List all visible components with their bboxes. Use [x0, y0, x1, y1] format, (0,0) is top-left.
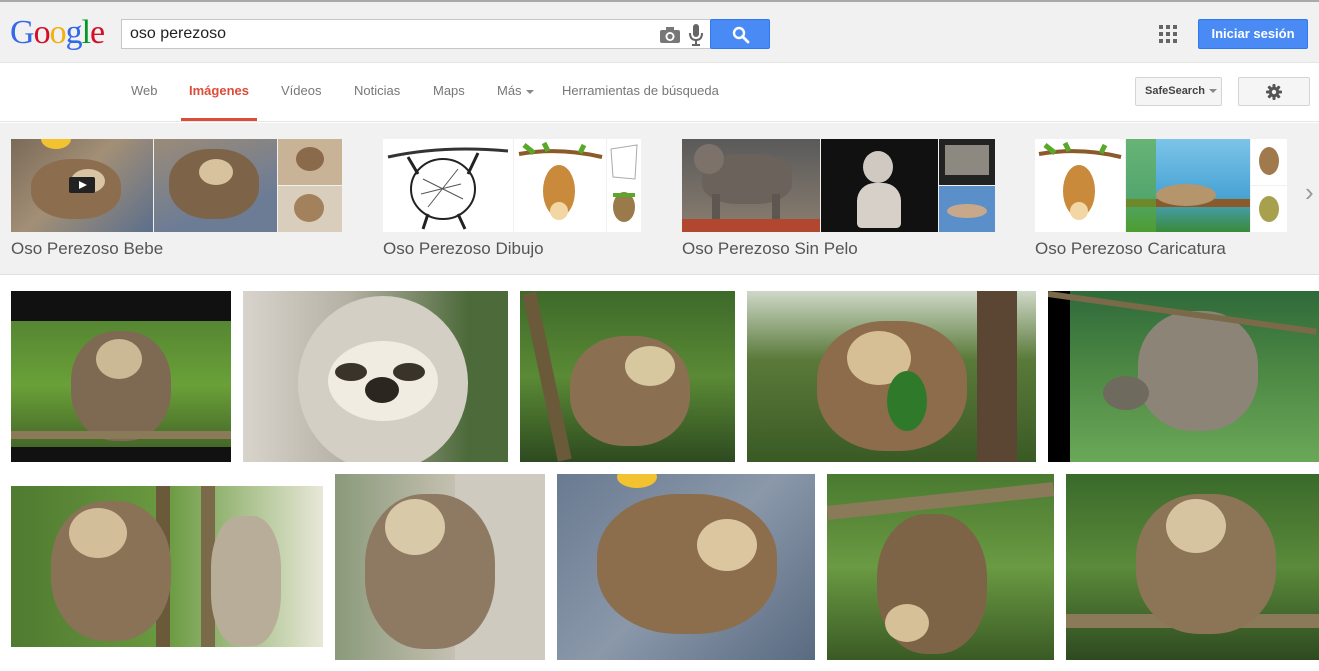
image-result[interactable]: [11, 486, 323, 647]
gear-icon: [1266, 84, 1282, 100]
logo-letter: g: [65, 14, 83, 51]
related-search-label: Oso Perezoso Bebe: [11, 239, 164, 258]
image-result[interactable]: [1066, 474, 1319, 660]
logo-letter: e: [90, 14, 105, 51]
related-thumbnail: [939, 139, 995, 185]
related-thumbnail: [1126, 139, 1250, 232]
related-thumbnail: [514, 139, 606, 232]
related-thumbnail: [11, 139, 153, 232]
related-thumbnail: [939, 186, 995, 232]
tab-more[interactable]: Más: [497, 83, 534, 98]
search-button[interactable]: [710, 19, 770, 49]
logo-letter: o: [33, 14, 51, 51]
tab-images[interactable]: Imágenes: [189, 83, 249, 98]
active-tab-indicator: [181, 118, 257, 121]
related-searches: Oso Perezoso Bebe Oso Perezoso Dibujo Os…: [0, 123, 1319, 275]
tab-videos[interactable]: Vídeos: [281, 83, 321, 98]
tab-search-tools[interactable]: Herramientas de búsqueda: [562, 83, 719, 98]
tab-news[interactable]: Noticias: [354, 83, 400, 98]
image-result[interactable]: [557, 474, 815, 660]
tab-web[interactable]: Web: [131, 83, 158, 98]
signin-button[interactable]: Iniciar sesión: [1198, 19, 1308, 49]
logo-letter: o: [49, 14, 67, 51]
microphone-icon[interactable]: [688, 23, 704, 47]
logo-letter: G: [10, 14, 35, 51]
image-result[interactable]: [827, 474, 1054, 660]
related-thumbnail: [1251, 186, 1287, 232]
image-result[interactable]: [335, 474, 545, 660]
magnifier-icon: [732, 26, 750, 44]
search-box: [121, 19, 711, 49]
google-logo[interactable]: Google: [10, 14, 105, 52]
safesearch-label: SafeSearch: [1145, 85, 1205, 97]
image-result[interactable]: [243, 291, 508, 462]
search-tabs-bar: Web Imágenes Vídeos Noticias Maps Más He…: [0, 62, 1319, 122]
related-search-label: Oso Perezoso Caricatura: [1035, 239, 1226, 258]
related-thumbnail: [278, 186, 342, 232]
search-input[interactable]: [130, 24, 650, 44]
chevron-down-icon: [525, 89, 534, 94]
chevron-down-icon: [1208, 89, 1217, 94]
tab-maps[interactable]: Maps: [433, 83, 465, 98]
chevron-right-icon[interactable]: ›: [1305, 177, 1314, 208]
image-result[interactable]: [1048, 291, 1319, 462]
related-thumbnail: [607, 139, 641, 232]
top-bar: Google Iniciar sesión: [0, 0, 1319, 62]
tab-more-label: Más: [497, 83, 522, 98]
related-search-label: Oso Perezoso Dibujo: [383, 239, 544, 258]
related-thumbnail: [154, 139, 277, 232]
play-icon: [69, 177, 95, 193]
related-thumbnail: [821, 139, 938, 232]
related-thumbnail: [1251, 139, 1287, 185]
settings-button[interactable]: [1238, 77, 1310, 106]
related-thumbnail: [383, 139, 513, 232]
image-result[interactable]: [520, 291, 735, 462]
related-thumbnail: [1035, 139, 1125, 232]
related-search-label: Oso Perezoso Sin Pelo: [682, 239, 858, 258]
related-thumbnail: [682, 139, 820, 232]
related-thumbnail: [278, 139, 342, 185]
image-results-grid: [0, 276, 1319, 671]
image-result[interactable]: [747, 291, 1036, 462]
image-result[interactable]: [11, 291, 231, 462]
apps-grid-icon[interactable]: [1159, 25, 1177, 43]
camera-icon[interactable]: [659, 25, 681, 45]
logo-letter: l: [81, 14, 92, 51]
safesearch-button[interactable]: SafeSearch: [1135, 77, 1222, 106]
